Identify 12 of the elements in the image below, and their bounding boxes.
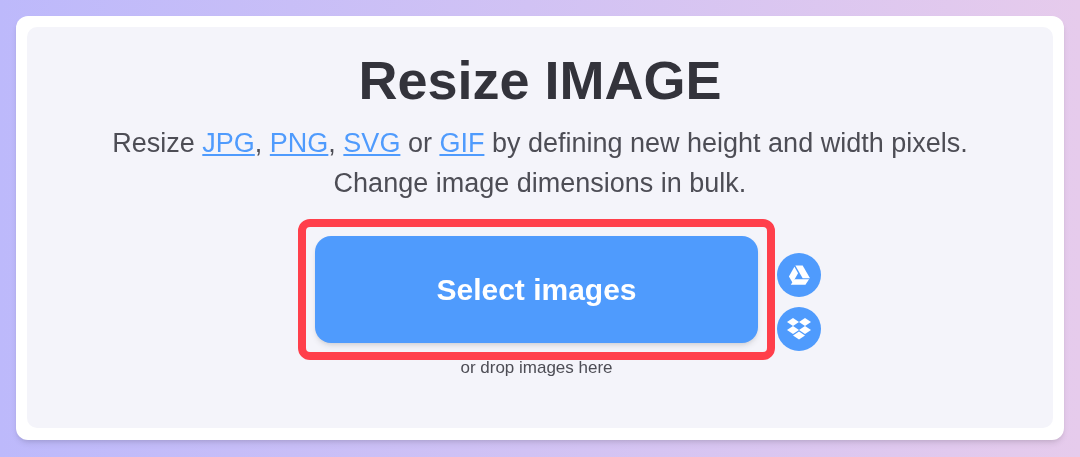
- format-link[interactable]: GIF: [439, 128, 485, 158]
- select-images-button[interactable]: Select images: [315, 236, 758, 343]
- triangle-icon: [788, 265, 810, 285]
- format-link[interactable]: SVG: [343, 128, 401, 158]
- dropbox-button[interactable]: [777, 307, 821, 351]
- format-link[interactable]: PNG: [269, 128, 329, 158]
- box-icon: [787, 318, 811, 340]
- cloud-drive-button[interactable]: [777, 253, 821, 297]
- format-link[interactable]: JPG: [202, 128, 255, 158]
- page-title: Resize IMAGE: [358, 49, 722, 112]
- description-text: Resize JPG, PNG, SVG or GIF by defining new height and width pixels. Change image dimensions in bulk.: [112, 127, 968, 200]
- drop-hint: or drop images here: [460, 357, 613, 379]
